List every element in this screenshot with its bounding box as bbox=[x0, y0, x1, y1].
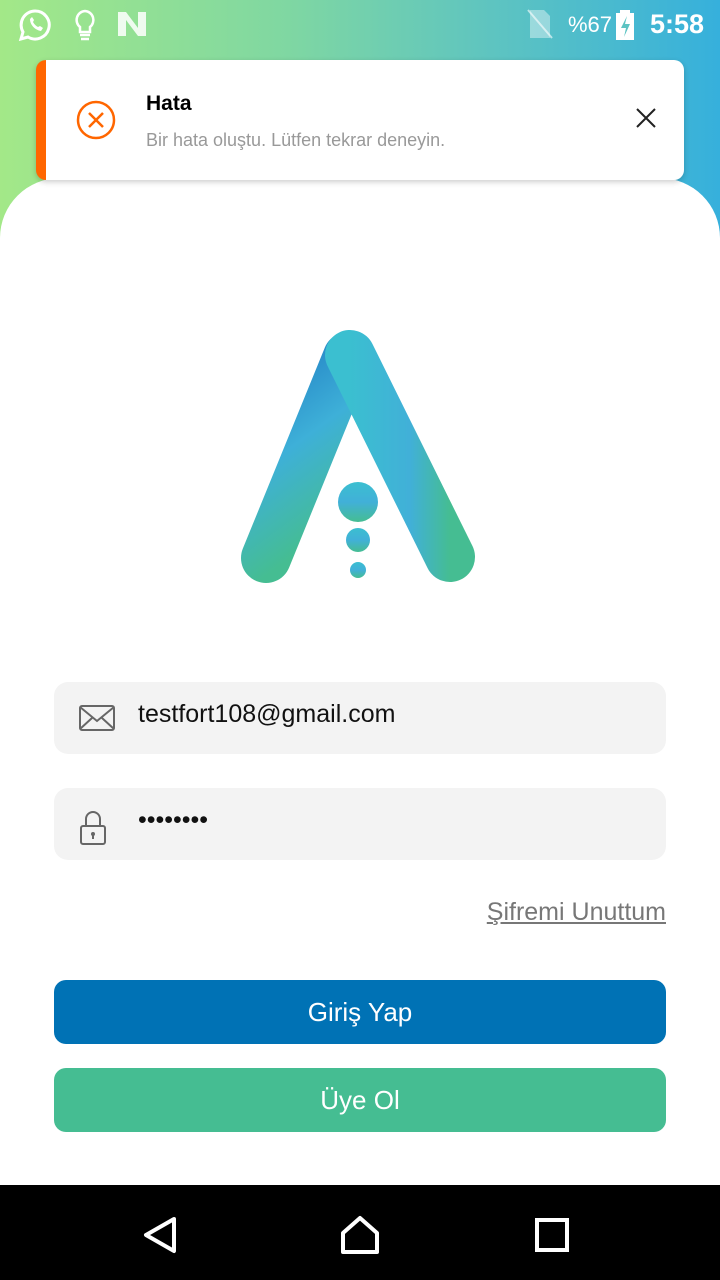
mail-icon bbox=[79, 705, 115, 731]
toast-title: Hata bbox=[146, 92, 192, 115]
lightbulb-icon bbox=[75, 9, 95, 41]
battery-percent: %67 bbox=[567, 12, 612, 37]
recents-icon[interactable] bbox=[534, 1217, 570, 1253]
battery-charging-icon bbox=[616, 10, 634, 40]
lock-icon bbox=[80, 811, 106, 845]
status-bar: %67 5:58 bbox=[0, 0, 720, 50]
error-toast: Hata Bir hata oluştu. Lütfen tekrar dene… bbox=[36, 60, 684, 180]
app-logo bbox=[241, 330, 475, 583]
error-icon bbox=[76, 100, 116, 140]
email-value: testfort108@gmail.com bbox=[138, 700, 396, 728]
home-icon[interactable] bbox=[340, 1215, 380, 1255]
whatsapp-icon bbox=[18, 9, 51, 42]
toast-message: Bir hata oluştu. Lütfen tekrar deneyin. bbox=[146, 130, 446, 150]
no-sim-icon bbox=[527, 9, 553, 39]
email-input[interactable]: testfort108@gmail.com bbox=[54, 682, 666, 754]
clock: 5:58 bbox=[649, 9, 704, 39]
password-input[interactable]: •••••••• bbox=[54, 788, 666, 860]
login-button[interactable]: Giriş Yap bbox=[54, 980, 666, 1044]
n-app-icon bbox=[118, 12, 146, 36]
register-button[interactable]: Üye Ol bbox=[54, 1068, 666, 1132]
forgot-password-link[interactable]: Şifremi Unuttum bbox=[487, 898, 666, 927]
password-value: •••••••• bbox=[138, 806, 209, 834]
back-icon[interactable] bbox=[140, 1215, 180, 1255]
navigation-bar bbox=[0, 1185, 720, 1280]
close-icon[interactable] bbox=[634, 106, 658, 130]
